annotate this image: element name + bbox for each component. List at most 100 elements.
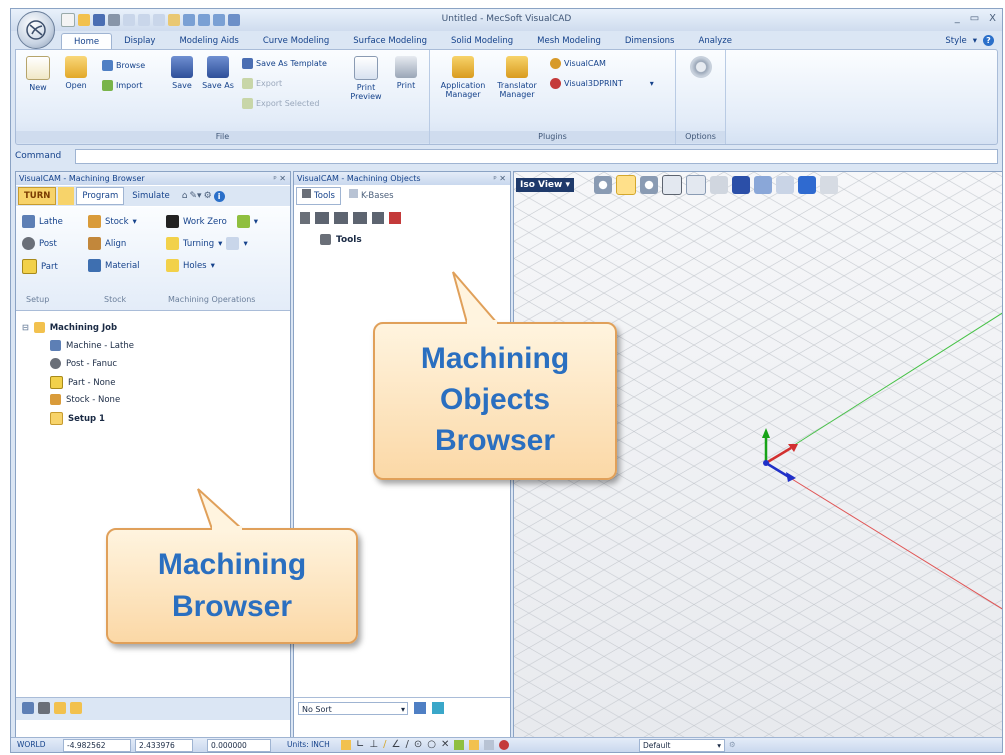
ball-mill-icon[interactable] (334, 212, 348, 224)
tab-dimensions[interactable]: Dimensions (613, 33, 687, 49)
top-view-icon[interactable] (776, 176, 794, 194)
paste-icon[interactable] (168, 14, 180, 26)
visualcam-button[interactable]: VisualCAM (550, 58, 606, 69)
lathe-icon[interactable] (22, 702, 34, 714)
ortho-icon[interactable]: ∟ (356, 739, 364, 750)
tab-simulate[interactable]: Simulate (126, 187, 176, 205)
operation-icon[interactable] (70, 702, 82, 714)
tab-analyze[interactable]: Analyze (687, 33, 745, 49)
align-button[interactable]: Align (88, 237, 126, 250)
zoom-icon[interactable] (594, 176, 612, 194)
browse-button[interactable]: Browse (102, 60, 145, 71)
print-button[interactable]: Print (390, 56, 422, 90)
shaded-cube-icon[interactable] (798, 176, 816, 194)
undo-icon[interactable] (183, 14, 195, 26)
save-as-template-button[interactable]: Save As Template (242, 58, 327, 69)
delete-tool-icon[interactable] (389, 212, 401, 224)
tab-surface-modeling[interactable]: Surface Modeling (341, 33, 439, 49)
import-button[interactable]: Import (102, 80, 143, 91)
tab-modeling-aids[interactable]: Modeling Aids (167, 33, 250, 49)
angle-icon[interactable]: ∠ (391, 739, 400, 750)
layer-icon[interactable] (469, 740, 480, 750)
gear-icon[interactable]: ⚙ (204, 191, 212, 201)
panel-controls[interactable]: ᵖ ✕ (273, 172, 286, 185)
cut-icon[interactable] (138, 14, 150, 26)
holes-button[interactable]: Holes ▾ (166, 259, 215, 272)
new-file-icon[interactable] (61, 13, 75, 27)
open-button[interactable]: Open (60, 56, 92, 90)
object-icon[interactable] (484, 740, 495, 750)
display-settings-icon[interactable] (820, 176, 838, 194)
layer-select[interactable]: Default ▾ (639, 739, 725, 752)
mill-icon[interactable] (58, 187, 75, 205)
application-menu-button[interactable] (17, 11, 55, 49)
post-icon[interactable] (38, 702, 50, 714)
translator-manager-button[interactable]: Translator Manager (492, 56, 542, 99)
save-as-button[interactable]: Save As (202, 56, 234, 90)
redo-icon[interactable] (198, 14, 210, 26)
lathe-button[interactable]: Lathe (22, 215, 63, 228)
tree-node-part[interactable]: Part - None (50, 376, 115, 389)
maximize-button[interactable]: ▭ (970, 13, 979, 24)
zoom-dynamic-icon[interactable] (640, 176, 658, 194)
select-icon[interactable] (454, 740, 465, 750)
flat-mill-icon[interactable] (315, 212, 329, 224)
style-menu[interactable]: Style ▾ ? (945, 35, 994, 46)
panel-controls[interactable]: ᵖ ✕ (493, 172, 506, 185)
tool-icon[interactable] (236, 215, 250, 228)
new-button[interactable]: New (22, 56, 54, 92)
zoom-previous-icon[interactable] (686, 175, 706, 195)
print-preview-button[interactable]: Print Preview (346, 56, 386, 101)
quadrant-snap-icon[interactable]: ○ (427, 739, 436, 750)
collapse-icon[interactable]: ⊟ (22, 323, 29, 332)
turning-button[interactable]: Turning ▾ ▾ (166, 237, 248, 250)
help-context-icon[interactable] (228, 14, 240, 26)
stock-button[interactable]: Stock ▾ (88, 215, 137, 228)
view-selector[interactable]: Iso View ▾ (516, 178, 574, 192)
tab-k-bases[interactable]: K-Bases (343, 187, 400, 205)
tab-home[interactable]: Home (61, 32, 113, 50)
application-manager-button[interactable]: Application Manager (436, 56, 490, 99)
settings-icon[interactable]: ⚙ (729, 739, 736, 750)
sort-order-icon[interactable] (414, 702, 426, 714)
perpendicular-icon[interactable]: ⊥ (369, 739, 378, 750)
more-ops-icon[interactable] (226, 237, 240, 250)
drill-icon[interactable] (372, 212, 384, 224)
corner-mill-icon[interactable] (353, 212, 367, 224)
post-button[interactable]: Post (22, 237, 57, 250)
refresh-icon[interactable] (432, 702, 444, 714)
print-icon[interactable] (108, 14, 120, 26)
grid-snap-icon[interactable] (341, 740, 351, 750)
visual3dprint-button[interactable]: Visual3DPRINT ▾ (550, 78, 654, 89)
tab-display[interactable]: Display (112, 33, 167, 49)
tab-solid-modeling[interactable]: Solid Modeling (439, 33, 525, 49)
front-view-icon[interactable] (732, 176, 750, 194)
right-view-icon[interactable] (754, 176, 772, 194)
tree-node-machine[interactable]: Machine - Lathe (50, 340, 134, 351)
export-button[interactable]: Export (242, 78, 282, 89)
work-zero-button[interactable]: Work Zero ▾ (166, 215, 258, 228)
center-snap-icon[interactable]: ⊙ (414, 739, 422, 750)
repeat-icon[interactable] (213, 14, 225, 26)
minimize-button[interactable]: _ (955, 13, 960, 24)
line-snap-icon[interactable]: / (405, 739, 408, 750)
tree-node-post[interactable]: Post - Fanuc (50, 358, 117, 369)
save-icon[interactable] (93, 14, 105, 26)
tree-node-tools[interactable]: Tools (320, 234, 362, 245)
dropdown-icon[interactable] (123, 14, 135, 26)
zoom-extents-icon[interactable] (662, 175, 682, 195)
tab-tools[interactable]: Tools (296, 187, 341, 205)
sort-select[interactable]: No Sort ▾ (298, 702, 408, 715)
tree-node-setup[interactable]: Setup 1 (50, 412, 105, 425)
help-icon[interactable]: ? (983, 35, 994, 46)
zoom-window-icon[interactable] (616, 175, 636, 195)
tab-mesh-modeling[interactable]: Mesh Modeling (525, 33, 613, 49)
options-button[interactable] (685, 56, 717, 81)
open-folder-icon[interactable] (78, 14, 90, 26)
tab-curve-modeling[interactable]: Curve Modeling (251, 33, 341, 49)
export-selected-button[interactable]: Export Selected (242, 98, 319, 109)
pan-icon[interactable] (710, 176, 728, 194)
tab-program[interactable]: Program (76, 187, 125, 205)
command-input[interactable] (75, 149, 998, 164)
tools-icon[interactable]: ✎▾ (190, 191, 202, 201)
